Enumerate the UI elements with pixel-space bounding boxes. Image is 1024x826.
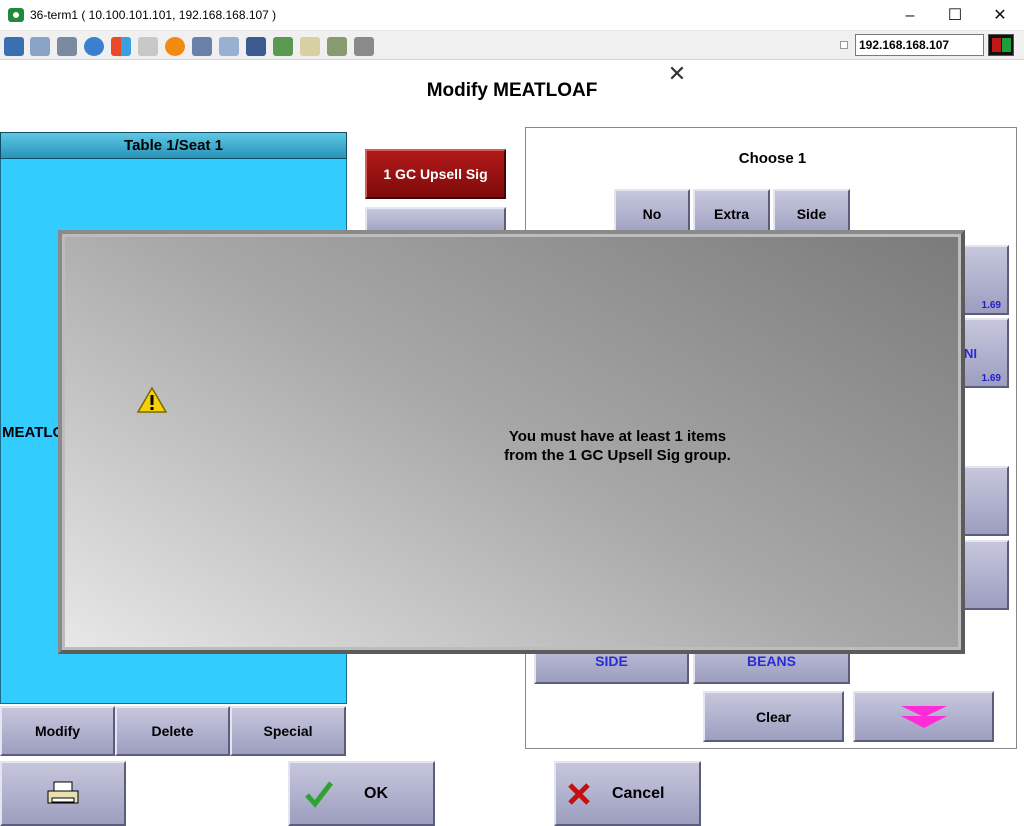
- upsell-group-button[interactable]: 1 GC Upsell Sig: [365, 149, 506, 199]
- scale-icon[interactable]: [327, 37, 347, 56]
- check-icon: [305, 780, 333, 808]
- file-icon[interactable]: [300, 37, 320, 56]
- maximize-button[interactable]: ☐: [932, 0, 978, 31]
- keyboard-icon[interactable]: [138, 37, 158, 56]
- copy-icon[interactable]: [354, 37, 374, 56]
- scroll-down-button[interactable]: [853, 691, 994, 742]
- cancel-label: Cancel: [612, 784, 665, 802]
- printer-icon: [47, 781, 79, 803]
- windows-icon[interactable]: [30, 37, 50, 56]
- modifier-side-label: SIDE: [595, 653, 628, 669]
- warning-icon: [136, 386, 168, 413]
- ok-label: OK: [364, 784, 388, 802]
- delete-button[interactable]: Delete: [115, 706, 230, 756]
- app-icon: [8, 8, 24, 22]
- modifier-label-partial: NI: [964, 346, 977, 361]
- close-icon[interactable]: ✕: [665, 62, 689, 86]
- x-icon: [568, 782, 590, 805]
- warning-line-2: from the 1 GC Upsell Sig group.: [504, 447, 731, 464]
- monitor-icon[interactable]: [4, 37, 24, 56]
- refresh-icon[interactable]: [84, 37, 104, 56]
- window-title: 36-term1 ( 10.100.101.101, 192.168.168.1…: [30, 8, 277, 22]
- flag-icon[interactable]: [111, 37, 131, 56]
- modifier-beans-label: BEANS: [746, 653, 796, 669]
- warning-message-text: You must have at least 1 items from the …: [440, 427, 795, 465]
- fullscreen-icon[interactable]: [219, 37, 239, 56]
- choose-label: Choose 1: [738, 150, 807, 167]
- special-button[interactable]: Special: [230, 706, 346, 756]
- clear-button[interactable]: Clear: [703, 691, 844, 742]
- print-button[interactable]: [0, 761, 126, 826]
- close-window-button[interactable]: ✕: [977, 0, 1023, 31]
- screen-icon[interactable]: [246, 37, 266, 56]
- dialog-title: Modify MEATLOAF: [426, 80, 598, 101]
- ip-address-field[interactable]: 192.168.168.107: [855, 34, 984, 56]
- seat-header: Table 1/Seat 1: [0, 132, 347, 159]
- ok-button[interactable]: OK: [288, 761, 435, 826]
- minimize-button[interactable]: –: [887, 0, 933, 31]
- alert-icon[interactable]: [165, 37, 185, 56]
- cancel-button[interactable]: Cancel: [554, 761, 701, 826]
- scroll-down-icon: [900, 705, 947, 728]
- tools-icon[interactable]: [57, 37, 77, 56]
- modify-button[interactable]: Modify: [0, 706, 115, 756]
- warning-line-1: You must have at least 1 items: [508, 428, 727, 445]
- connection-status-icon: [988, 34, 1014, 56]
- modifier-price-1: 1.69: [981, 300, 1001, 311]
- modifier-price-2: 1.69: [981, 373, 1001, 384]
- network-icon[interactable]: [192, 37, 212, 56]
- transfer-icon[interactable]: [273, 37, 293, 56]
- ip-checkbox[interactable]: [840, 41, 848, 49]
